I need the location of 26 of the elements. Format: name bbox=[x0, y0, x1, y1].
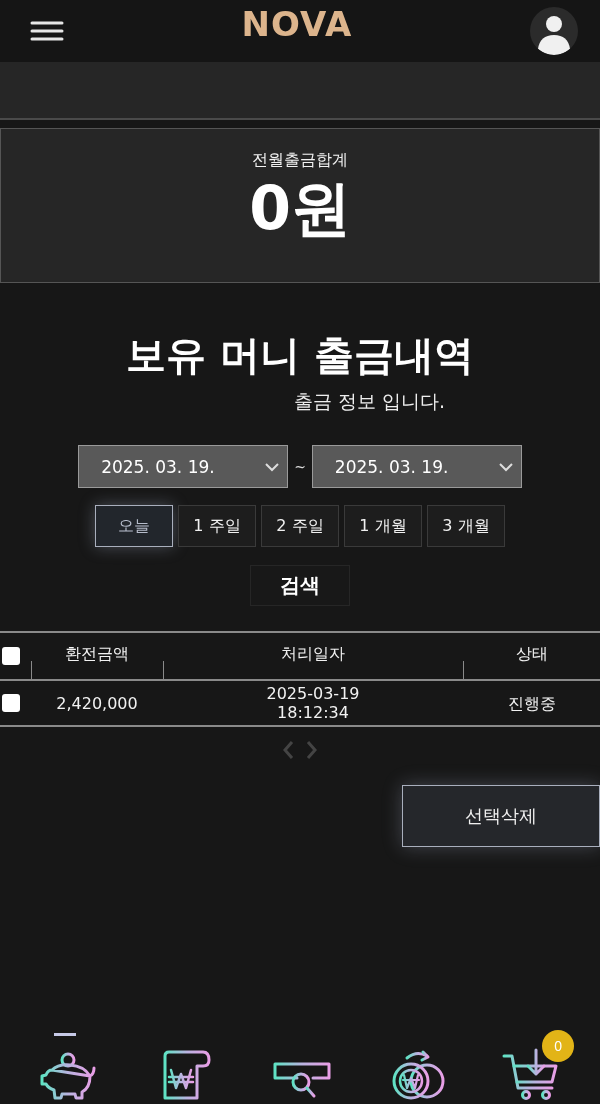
range-separator: ~ bbox=[294, 458, 306, 475]
section-subtitle: 출금 정보 입니다. bbox=[294, 389, 446, 413]
section-title: 보유 머니 출금내역 bbox=[125, 331, 475, 380]
end-date-select[interactable]: 2025. 03. 19. bbox=[311, 445, 522, 488]
period-tab[interactable]: 2 주일 bbox=[261, 505, 339, 547]
select-all-checkbox[interactable] bbox=[2, 647, 20, 665]
avatar-icon[interactable] bbox=[530, 7, 578, 55]
period-tab[interactable]: 1 개월 bbox=[344, 505, 422, 547]
count-badge: 0 bbox=[542, 1030, 575, 1062]
period-tab[interactable]: 오늘 bbox=[95, 505, 173, 547]
menu-icon[interactable] bbox=[30, 20, 64, 42]
period-tab[interactable]: 1 주일 bbox=[178, 505, 256, 547]
summary-value: 0원 bbox=[249, 173, 351, 243]
summary-label: 전월출금합계 bbox=[252, 149, 348, 171]
amount-cell-text: 2,420,000 bbox=[55, 693, 139, 713]
period-tab[interactable]: 3 개월 bbox=[427, 505, 505, 547]
search-button[interactable]: 검색 bbox=[250, 565, 350, 606]
delete-selected-button[interactable]: 선택삭제 bbox=[402, 785, 600, 847]
column-header: 상태 bbox=[463, 633, 600, 679]
logo: NOVA bbox=[241, 7, 353, 41]
start-date-select[interactable]: 2025. 03. 19. bbox=[78, 445, 289, 488]
column-header: 처리일자 bbox=[163, 633, 463, 679]
column-header: 환전금액 bbox=[31, 633, 163, 679]
row-checkbox[interactable] bbox=[2, 694, 20, 712]
date-cell-text: 2025-03-19 18:12:34 bbox=[265, 684, 361, 722]
status-cell-text: 진행중 bbox=[506, 693, 557, 713]
